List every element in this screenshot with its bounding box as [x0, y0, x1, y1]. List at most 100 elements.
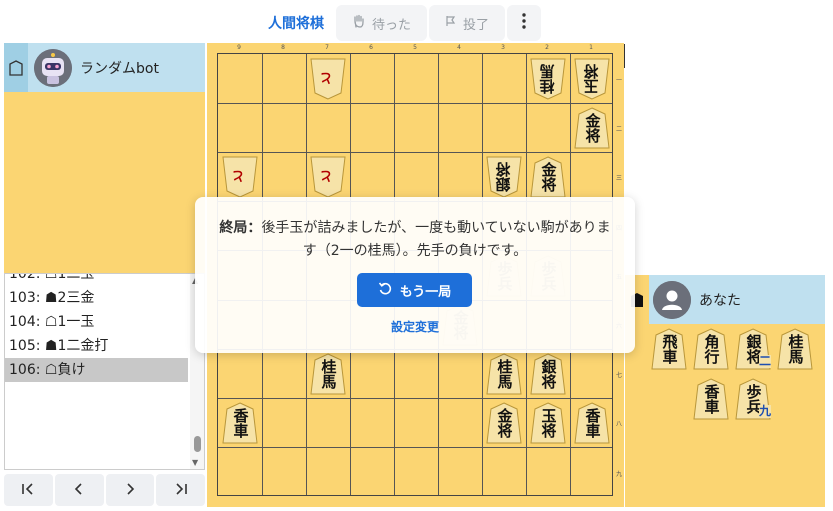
- move-navigation: [4, 474, 205, 506]
- rank-label: 一: [616, 77, 623, 84]
- resign-button[interactable]: 投了: [429, 5, 506, 41]
- rank-label: 三: [616, 175, 623, 183]
- hand-icon: [352, 14, 366, 32]
- next-move-button[interactable]: [105, 474, 155, 506]
- game-over-dialog: 終局：後手玉が詰みましたが、一度も動いていない駒があります（2一の桂馬）。先手の…: [195, 197, 635, 353]
- piece-kanji: 金将: [583, 113, 602, 144]
- move-list[interactable]: 102: ☖1二玉 103: ☗2三金 104: ☖1一玉 105: ☗1二金打 106…: [4, 273, 205, 470]
- shogi-piece[interactable]: 玉将: [572, 57, 612, 101]
- board-gridline: [218, 102, 612, 104]
- first-move-button[interactable]: [4, 474, 53, 506]
- piece-kanji: 玉将: [582, 64, 601, 94]
- chevron-right-icon: [125, 481, 135, 499]
- user-avatar-icon: [653, 280, 691, 319]
- opponent-name: ランダムbot: [80, 60, 159, 77]
- file-label: 1: [589, 44, 593, 51]
- scroll-thumb[interactable]: [194, 436, 201, 452]
- piece-kanji: 桂馬: [495, 359, 514, 390]
- shogi-piece[interactable]: 香車: [572, 401, 612, 445]
- play-again-button[interactable]: もう一局: [357, 273, 472, 307]
- file-label: 2: [545, 44, 549, 51]
- piece-kanji: 玉将: [539, 408, 558, 439]
- undo-button[interactable]: 待った: [336, 5, 428, 41]
- gote-turn-icon: [4, 43, 28, 92]
- shogi-piece[interactable]: と: [308, 155, 348, 199]
- hand-count-badge: 九: [759, 404, 772, 418]
- shogi-piece[interactable]: 桂馬: [528, 57, 568, 101]
- shogi-piece[interactable]: 金将: [484, 401, 524, 445]
- scroll-down-icon[interactable]: ▼: [192, 458, 198, 467]
- more-menu-button[interactable]: [507, 5, 542, 41]
- hand-count-badge: 二: [759, 354, 772, 368]
- last-move-button[interactable]: [156, 474, 205, 506]
- move-list-item[interactable]: 105: ☗1二金打: [5, 334, 188, 358]
- piece-kanji: 香車: [583, 408, 602, 439]
- piece-kanji: 銀将: [539, 359, 558, 390]
- top-bar: 人間将棋 待った 投了: [262, 4, 542, 42]
- shogi-piece[interactable]: 桂馬: [308, 352, 348, 396]
- prev-move-button[interactable]: [54, 474, 104, 506]
- flag-icon: [445, 15, 457, 31]
- shogi-piece[interactable]: 金将: [572, 106, 612, 150]
- piece-kanji: と: [232, 170, 248, 184]
- chevron-left-icon: [74, 481, 84, 499]
- shogi-piece[interactable]: 桂馬: [484, 352, 524, 396]
- rank-label: 七: [616, 372, 623, 380]
- text-caret: [624, 44, 625, 68]
- piece-kanji: 飛車: [660, 334, 679, 364]
- restart-icon: [378, 281, 392, 299]
- piece-kanji: 桂馬: [786, 334, 805, 364]
- board-gridline: [218, 447, 612, 449]
- player-header: あなた: [625, 275, 825, 324]
- file-label: 9: [237, 44, 241, 51]
- rank-label: 八: [616, 421, 623, 429]
- rank-label: 九: [616, 470, 623, 478]
- move-list-item[interactable]: 103: ☗2三金: [5, 286, 188, 310]
- board-gridline: [218, 151, 612, 153]
- move-list-item[interactable]: 106: ☖負け: [5, 358, 188, 382]
- shogi-piece[interactable]: 香車: [220, 401, 260, 445]
- shogi-piece[interactable]: 金将: [528, 155, 568, 199]
- piece-kanji: と: [320, 72, 336, 86]
- opponent-header: ランダムbot: [4, 43, 205, 92]
- shogi-piece[interactable]: と: [220, 155, 260, 199]
- piece-kanji: と: [320, 170, 336, 184]
- shogi-piece[interactable]: 角行: [691, 327, 731, 371]
- change-settings-link[interactable]: 設定変更: [195, 318, 635, 335]
- play-again-label: もう一局: [399, 284, 452, 300]
- file-label: 7: [325, 44, 329, 51]
- piece-kanji: 香車: [702, 384, 721, 414]
- shogi-piece[interactable]: と: [308, 57, 348, 101]
- game-over-message: 終局：後手玉が詰みましたが、一度も動いていない駒があります（2一の桂馬）。先手の…: [213, 217, 617, 263]
- game-over-detail: 後手玉が詰みましたが、一度も動いていない駒があります（2一の桂馬）。先手の負けで…: [261, 220, 611, 259]
- mode-title: 人間将棋: [268, 16, 324, 32]
- rank-label: 二: [616, 126, 623, 134]
- resign-label: 投了: [463, 17, 490, 33]
- shogi-piece[interactable]: 銀将: [484, 155, 524, 199]
- opponent-panel: ランダムbot: [4, 43, 205, 273]
- shogi-piece[interactable]: 飛車: [649, 327, 689, 371]
- game-over-title: 終局：: [219, 220, 262, 236]
- skip-first-icon: [21, 481, 35, 499]
- skip-last-icon: [174, 481, 188, 499]
- piece-kanji: 金将: [495, 408, 514, 439]
- shogi-piece[interactable]: 香車: [691, 377, 731, 421]
- piece-kanji: 香車: [231, 408, 250, 439]
- piece-kanji: 桂馬: [538, 64, 557, 94]
- file-label: 3: [501, 44, 505, 51]
- move-list-item[interactable]: 102: ☖1二玉: [5, 274, 188, 286]
- file-label: 5: [413, 44, 417, 51]
- app-root: 人間将棋 待った 投了 ランダムbot 102: ☖1二玉 103: ☗2三金 …: [0, 0, 833, 511]
- board-gridline: [218, 397, 612, 399]
- file-label: 6: [369, 44, 373, 51]
- file-label: 4: [457, 44, 461, 51]
- move-list-item[interactable]: 104: ☖1一玉: [5, 310, 188, 334]
- shogi-piece[interactable]: 桂馬: [775, 327, 815, 371]
- shogi-piece[interactable]: 玉将: [528, 401, 568, 445]
- robot-avatar-icon: [34, 48, 72, 87]
- piece-kanji: 銀将: [494, 162, 513, 193]
- player-name: あなた: [699, 292, 741, 309]
- shogi-piece[interactable]: 銀将: [528, 352, 568, 396]
- player-panel: あなた 飛車 角行 銀将二桂馬 香車 歩兵九: [625, 275, 825, 507]
- piece-kanji: 角行: [702, 334, 721, 364]
